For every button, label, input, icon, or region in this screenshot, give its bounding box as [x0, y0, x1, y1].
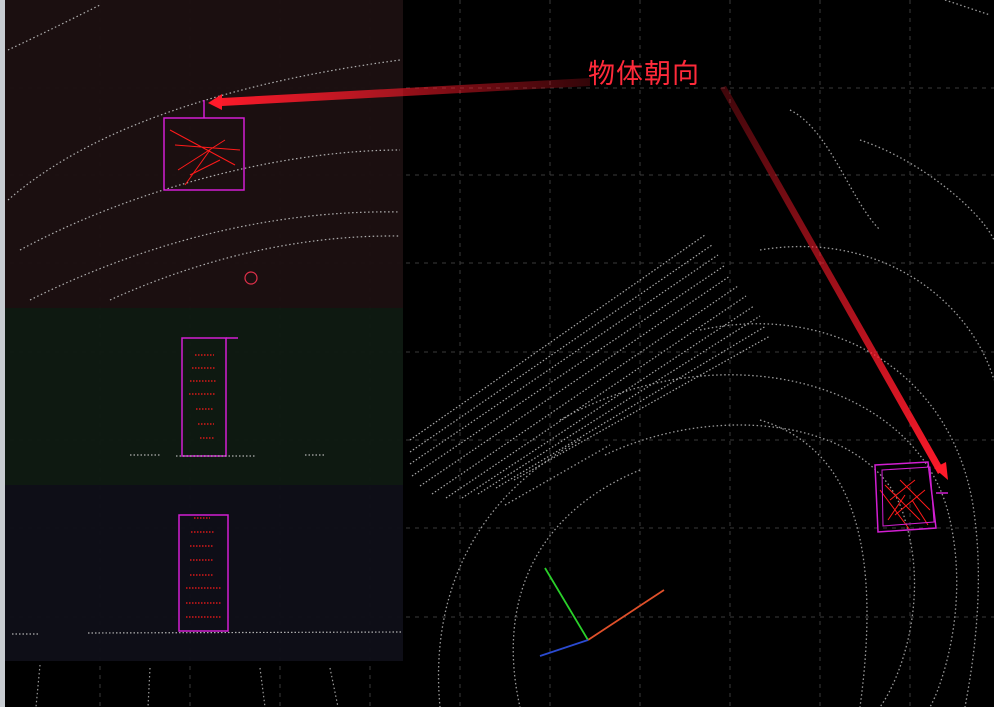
vehicle-point-block [409, 234, 771, 499]
point-cloud-viewer[interactable]: 物体朝向 [0, 0, 994, 707]
top-view-panel [5, 0, 403, 308]
object-heading-label: 物体朝向 [588, 59, 700, 90]
front-view-panel [5, 485, 403, 661]
detected-object-3d[interactable] [874, 461, 948, 533]
scene-canvas[interactable] [0, 0, 994, 707]
main-point-cloud [437, 0, 994, 707]
side-view-panel [5, 308, 403, 485]
lower-point-cloud [35, 664, 339, 707]
bounding-box-top [874, 461, 937, 533]
axis-gizmo-icon [539, 567, 665, 657]
